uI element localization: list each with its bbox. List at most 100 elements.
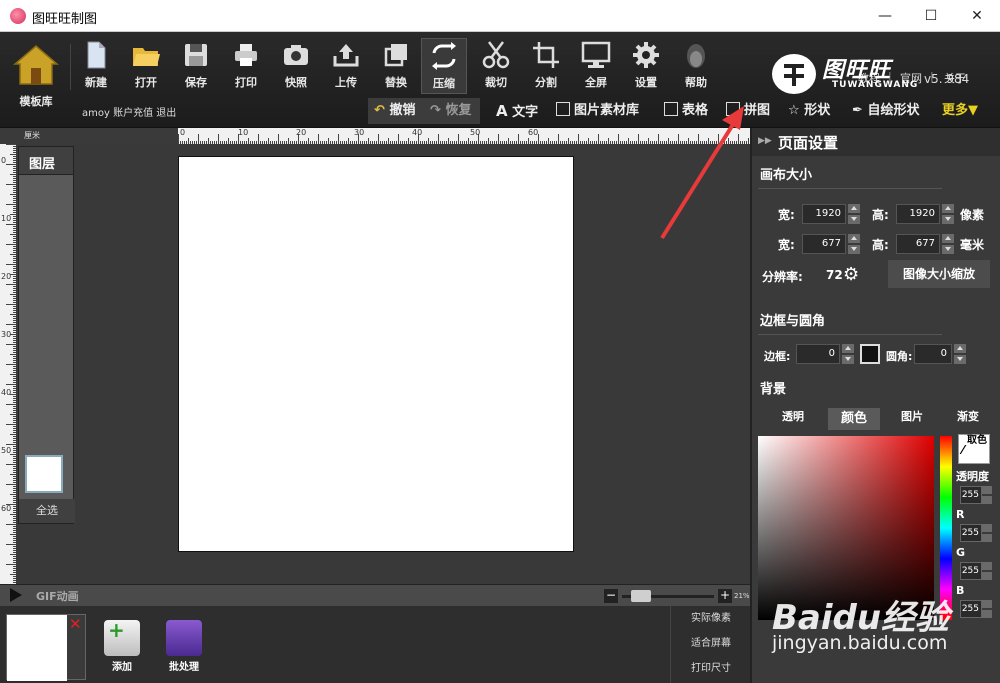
width-mm-stepper[interactable] (848, 234, 860, 254)
layer-thumbnail[interactable] (25, 455, 63, 493)
template-library-label: 模板库 (19, 95, 53, 108)
ruler-tick (13, 492, 16, 493)
ruler-tick (13, 528, 16, 529)
zoom-in-button[interactable]: + (718, 589, 732, 603)
opacity-input[interactable]: 255 (960, 486, 982, 504)
red-input[interactable]: 255 (960, 524, 982, 542)
logout-link[interactable]: 退出 (156, 108, 176, 119)
replace-button[interactable]: 替换 (373, 38, 419, 94)
radius-input[interactable]: 0 (914, 344, 952, 364)
height-mm-input[interactable]: 677 (896, 234, 940, 254)
delete-frame-icon[interactable]: ✕ (69, 615, 82, 633)
batch-process-button[interactable]: 批处理 (164, 620, 204, 673)
undo-button[interactable]: ↶ 撤销 (374, 100, 415, 122)
red-stepper[interactable] (982, 524, 992, 542)
ruler-tick (6, 544, 16, 545)
redo-icon: ↷ (430, 103, 441, 118)
height-px-label: 高: (872, 208, 889, 222)
page-settings-header[interactable]: ▶▶ 页面设置 (752, 128, 1000, 156)
border-stepper[interactable] (842, 344, 854, 364)
logo-subtext: TUWANGWANG (832, 80, 919, 90)
batch-icon (166, 620, 202, 656)
help-button[interactable]: 帮助 (673, 38, 719, 94)
fit-screen-button[interactable]: 适合屏幕 (671, 631, 750, 656)
border-color-swatch[interactable] (860, 344, 880, 364)
add-frame-button[interactable]: + 添加 (102, 620, 142, 673)
radius-stepper[interactable] (954, 344, 966, 364)
image-resize-button[interactable]: 图像大小缩放 (888, 260, 990, 288)
select-all-button[interactable]: 全选 (19, 499, 75, 523)
cut-button[interactable]: 裁切 (473, 38, 519, 94)
ruler-tick (13, 248, 16, 249)
ruler-tick (13, 168, 16, 169)
ruler-tick (13, 488, 16, 489)
ruler-tick (13, 376, 16, 377)
save-button[interactable]: 保存 (173, 38, 219, 94)
ruler-label: 60 (1, 504, 12, 513)
ruler-tick (318, 134, 319, 144)
tab-gradient[interactable]: 渐变 (942, 408, 994, 430)
fullscreen-button[interactable]: 全屏 (573, 38, 619, 94)
table-tool-button[interactable]: 表格 (664, 100, 708, 122)
image-icon (556, 102, 570, 116)
ruler-tick (10, 174, 16, 175)
help-penguin-icon (687, 44, 705, 68)
maximize-button[interactable]: ☐ (908, 0, 954, 32)
collage-tool-button[interactable]: 拼图 (726, 100, 770, 122)
ruler-tick (218, 134, 219, 144)
ruler-label: 20 (296, 128, 307, 137)
close-button[interactable]: ✕ (954, 0, 1000, 32)
more-tools-button[interactable]: 更多▼ (942, 100, 978, 122)
text-tool-button[interactable]: A 文字 (496, 100, 538, 122)
minimize-button[interactable]: — (862, 0, 908, 32)
redo-button[interactable]: ↷ 恢复 (430, 100, 471, 122)
ruler-tick (13, 398, 16, 399)
ruler-tick (13, 420, 16, 421)
ruler-tick (13, 510, 16, 511)
height-mm-stepper[interactable] (942, 234, 954, 254)
border-input[interactable]: 0 (796, 344, 840, 364)
image-library-label: 图片素材库 (574, 103, 640, 118)
width-px-stepper[interactable] (848, 204, 860, 224)
tab-image[interactable]: 图片 (886, 408, 938, 430)
actual-pixels-button[interactable]: 实际像素 (671, 606, 750, 631)
ruler-label: 10 (238, 128, 249, 137)
gear-icon (633, 42, 659, 68)
play-icon[interactable] (10, 588, 22, 602)
zoom-out-button[interactable]: − (604, 589, 618, 603)
ruler-tick (618, 134, 619, 144)
compress-icon (432, 42, 456, 70)
tab-color[interactable]: 颜色 (828, 408, 880, 430)
ruler-tick (13, 460, 16, 461)
height-px-stepper[interactable] (942, 204, 954, 224)
freeform-tool-button[interactable]: ✒ 自绘形状 (852, 100, 919, 122)
snapshot-button[interactable]: 快照 (273, 38, 319, 94)
split-button[interactable]: 分割 (523, 38, 569, 94)
new-button[interactable]: 新建 (73, 38, 119, 94)
image-library-button[interactable]: 图片素材库 (556, 100, 639, 122)
design-canvas[interactable] (178, 156, 574, 552)
print-button[interactable]: 打印 (223, 38, 269, 94)
eyedropper-button[interactable]: ⁄ 取色 (958, 434, 990, 464)
tab-transparent[interactable]: 透明 (764, 408, 822, 430)
opacity-stepper[interactable] (982, 486, 992, 504)
height-px-input[interactable]: 1920 (896, 204, 940, 224)
ruler-tick (13, 426, 16, 427)
resolution-gear-icon[interactable]: ⚙ (843, 266, 859, 284)
upload-button[interactable]: 上传 (323, 38, 369, 94)
open-button[interactable]: 打开 (123, 38, 169, 94)
width-mm-input[interactable]: 677 (802, 234, 846, 254)
print-size-button[interactable]: 打印尺寸 (671, 656, 750, 681)
version-label: v5. 984 (924, 72, 970, 86)
ruler-tick (10, 534, 16, 535)
compress-button[interactable]: 压缩 (421, 38, 467, 94)
ruler-tick (13, 190, 16, 191)
settings-button[interactable]: 设置 (623, 38, 669, 94)
zoom-slider-knob[interactable] (631, 590, 651, 602)
ruler-label: 20 (1, 272, 12, 281)
recharge-link[interactable]: 账户充值 (113, 108, 153, 119)
shape-tool-button[interactable]: ☆ 形状 (788, 100, 830, 122)
template-library-button[interactable]: 模板库 (10, 44, 62, 114)
width-px-input[interactable]: 1920 (802, 204, 846, 224)
frame-thumbnail[interactable]: ✕ (6, 614, 86, 681)
